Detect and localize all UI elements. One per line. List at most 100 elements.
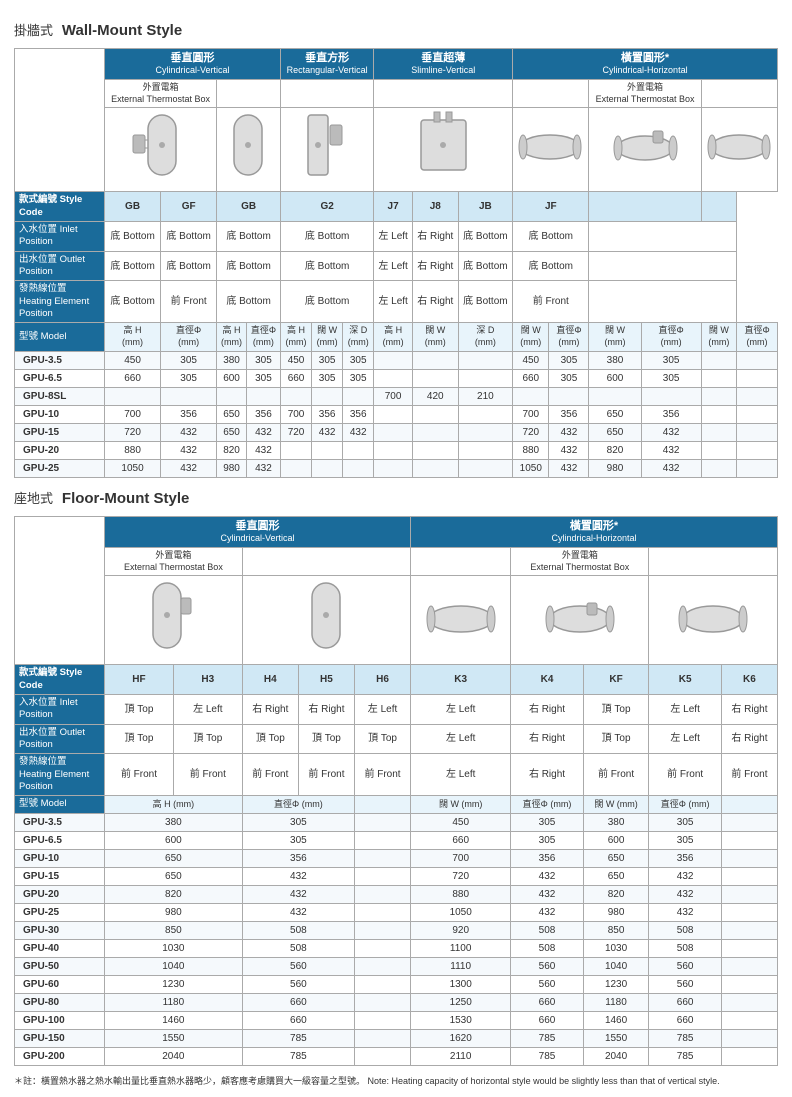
floor-mount-section: 座地式 Floor-Mount Style 垂直圓形 Cylindrical-V…	[14, 488, 778, 1066]
floor-mount-title-zh: 座地式	[14, 491, 53, 506]
floor-model-gpu65: GPU-6.5 600305 660305600305	[15, 831, 778, 849]
floor-model-code: GPU-30	[15, 921, 105, 939]
dim-gb1-h: 高 H(mm)	[105, 323, 161, 351]
outlet-jb: 底 Bottom	[458, 251, 513, 281]
fheat-k4: 右 Right	[511, 754, 583, 796]
model-row-gpu25: GPU-25 1050432980432 1050432980432	[15, 459, 778, 477]
foutlet-hf: 頂 Top	[105, 724, 174, 754]
code-k6: K6	[721, 665, 777, 695]
inlet-gf: 底 Bottom	[161, 222, 217, 252]
code-h5: H5	[298, 665, 354, 695]
floor-model-gpu150: GPU-150 1550785 16207851550785	[15, 1029, 778, 1047]
inlet-j8: 右 Right	[412, 222, 458, 252]
img-horiz	[513, 108, 589, 192]
floor-model-gpu30: GPU-30 850508 920508850508	[15, 921, 778, 939]
col-rectangular-vertical: 垂直方形 Rectangular-Vertical	[280, 49, 373, 80]
dim-gb2-h: 高 H(mm)	[280, 323, 311, 351]
floor-mount-table: 垂直圓形 Cylindrical-Vertical 橫置圓形* Cylindri…	[14, 516, 778, 1066]
heating-label: 發熱線位置Heating Element Position	[15, 281, 105, 323]
floor-model-code: GPU-200	[15, 1047, 105, 1065]
floor-model-code: GPU-6.5	[15, 831, 105, 849]
fheat-h3: 前 Front	[173, 754, 242, 796]
model-row-gpu35: GPU-3.5 450305380305 450305305 450305380…	[15, 351, 778, 369]
heat-jf: 前 Front	[513, 281, 589, 323]
floor-img-vert	[242, 576, 410, 665]
floor-img-horiz-ext	[511, 576, 649, 665]
inlet-label: 入水位置 Inlet Position	[15, 222, 105, 252]
fdim-kd: 直徑Φ (mm)	[511, 796, 583, 813]
img-gb	[217, 108, 281, 192]
code-gb1: GB	[105, 192, 161, 222]
fheat-k3: 左 Left	[411, 754, 511, 796]
inlet-jf: 底 Bottom	[513, 222, 589, 252]
dim-g2-w: 闊 W(mm)	[412, 323, 458, 351]
foutlet-h4: 頂 Top	[242, 724, 298, 754]
floor-model-gpu100: GPU-100 1460660 15306601460660	[15, 1011, 778, 1029]
code-gf: GF	[161, 192, 217, 222]
col-slimline-vertical: 垂直超薄 Slimline-Vertical	[374, 49, 513, 80]
heat-j7: 左 Left	[374, 281, 413, 323]
floor-model-code: GPU-100	[15, 1011, 105, 1029]
floor-model-gpu200: GPU-200 2040785 21107852040785	[15, 1047, 778, 1065]
horiz-external-box: 外置電箱External Thermostat Box	[589, 79, 701, 107]
floor-outlet-label: 出水位置 Outlet Position	[15, 724, 105, 754]
img-g2	[374, 108, 513, 192]
code-k4: K4	[511, 665, 583, 695]
floor-model-code: GPU-10	[15, 849, 105, 867]
code-h4: H4	[242, 665, 298, 695]
finlet-h6: 左 Left	[354, 694, 410, 724]
fheat-k6: 前 Front	[721, 754, 777, 796]
code-j7: J7	[374, 192, 413, 222]
fdim-extra	[354, 796, 410, 813]
finlet-k6: 右 Right	[721, 694, 777, 724]
dim-jf-w: 闊 W(mm)	[701, 323, 736, 351]
dim-gf-d: 直徑Φ(mm)	[246, 323, 280, 351]
dim-g2-d: 深 D(mm)	[458, 323, 513, 351]
col-cylindrical-horizontal: 橫置圓形* Cylindrical-Horizontal	[513, 49, 778, 80]
floor-model-gpu25: GPU-25 980432 1050432980432	[15, 903, 778, 921]
foutlet-h6: 頂 Top	[354, 724, 410, 754]
note-text: ＊註：橫置熱水器之熱水輸出量比垂直熱水器略少，顧客應考慮購買大一級容量之型號。 …	[14, 1074, 778, 1087]
heat-gb2: 底 Bottom	[217, 281, 281, 323]
floor-model-gpu20: GPU-20 820432 880432820432	[15, 885, 778, 903]
floor-model-gpu50: GPU-50 1040560 11105601040560	[15, 957, 778, 975]
foutlet-k4: 右 Right	[511, 724, 583, 754]
wall-mount-title-en: Wall-Mount Style	[62, 22, 182, 39]
code-extra	[589, 192, 701, 222]
model-code: GPU-15	[15, 423, 105, 441]
floor-img-vert-ext	[105, 576, 243, 665]
finlet-h4: 右 Right	[242, 694, 298, 724]
foutlet-k6: 右 Right	[721, 724, 777, 754]
model-code: GPU-6.5	[15, 369, 105, 387]
img-horiz2	[701, 108, 777, 192]
heat-gf: 前 Front	[161, 281, 217, 323]
floor-model-code: GPU-25	[15, 903, 105, 921]
code-h3: H3	[173, 665, 242, 695]
dim-gb2-d: 深 D(mm)	[343, 323, 374, 351]
code-jf-combined: JF	[513, 192, 589, 222]
code-extra2	[701, 192, 736, 222]
heat-j8: 右 Right	[412, 281, 458, 323]
img-horiz-ext	[589, 108, 701, 192]
dim-jb-w: 闊 W(mm)	[589, 323, 641, 351]
foutlet-h5: 頂 Top	[298, 724, 354, 754]
fheat-hf: 前 Front	[105, 754, 174, 796]
model-code: GPU-10	[15, 405, 105, 423]
fdim-h: 高 H (mm)	[105, 796, 243, 813]
inlet-jb: 底 Bottom	[458, 222, 513, 252]
outlet-extra	[589, 251, 737, 281]
floor-model-gpu35: GPU-3.5 380305 450305380305	[15, 813, 778, 831]
inlet-g2: 底 Bottom	[280, 222, 373, 252]
model-row-gpu65: GPU-6.5 660305600305 660305305 660305600…	[15, 369, 778, 387]
foutlet-k3: 左 Left	[411, 724, 511, 754]
finlet-k4: 右 Right	[511, 694, 583, 724]
floor-mount-title-en: Floor-Mount Style	[62, 490, 190, 507]
floor-model-gpu40: GPU-40 1030508 11005081030508	[15, 939, 778, 957]
dim-j-w: 闊 W(mm)	[513, 323, 549, 351]
floor-model-code: GPU-15	[15, 867, 105, 885]
fheat-h4: 前 Front	[242, 754, 298, 796]
finlet-hf: 頂 Top	[105, 694, 174, 724]
finlet-kf: 頂 Top	[583, 694, 649, 724]
inlet-extra	[589, 222, 737, 252]
outlet-gb1: 底 Bottom	[105, 251, 161, 281]
